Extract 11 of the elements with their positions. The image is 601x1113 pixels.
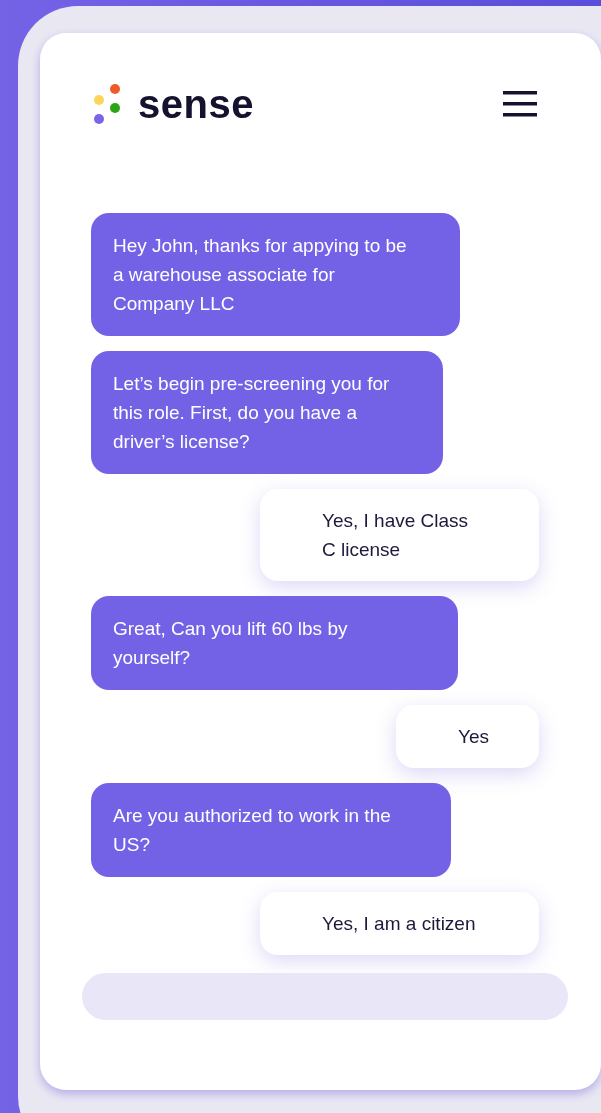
logo-icon bbox=[93, 83, 121, 125]
user-message: Yes, I have Class C license bbox=[260, 489, 539, 581]
user-message: Yes, I am a citizen bbox=[260, 892, 539, 955]
input-field[interactable] bbox=[82, 973, 568, 1020]
user-message: Yes bbox=[396, 705, 539, 768]
bot-message: Hey John, thanks for appying to be a warehouse associate for Company LLC bbox=[91, 213, 460, 336]
brand-name: sense bbox=[138, 84, 254, 124]
menu-icon[interactable] bbox=[503, 91, 537, 117]
bot-message: Are you authorized to work in the US? bbox=[91, 783, 451, 877]
bot-message: Let’s begin pre-screening you for this role. First, do you have a driver’s license? bbox=[91, 351, 443, 474]
bot-message: Great, Can you lift 60 lbs by yourself? bbox=[91, 596, 458, 690]
